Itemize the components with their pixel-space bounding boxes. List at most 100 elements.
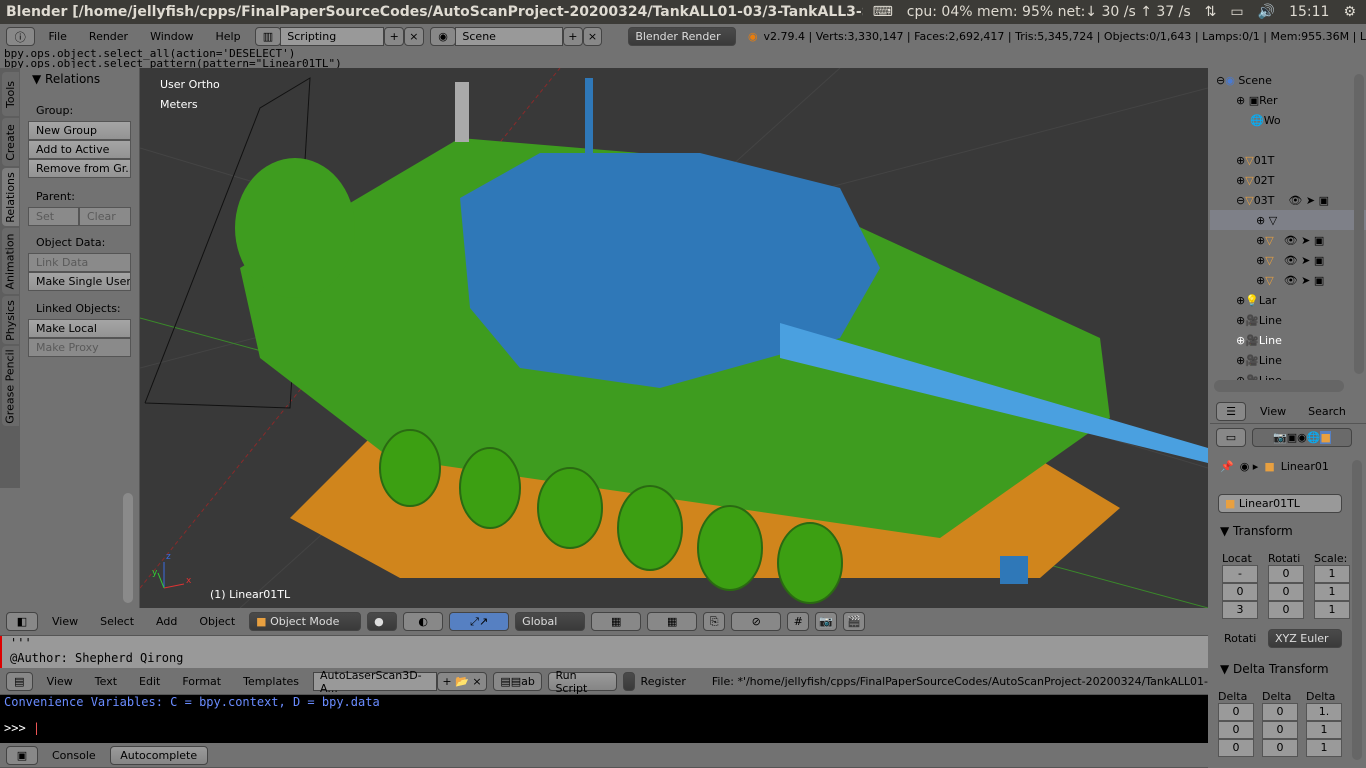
menu-templates[interactable]: Templates [235,675,307,688]
mode-select[interactable]: ■ Object Mode [249,612,362,631]
properties-scrollbar[interactable] [1352,460,1362,760]
outliner-row[interactable]: ⊖ ▽ 03T 👁 ➤ ▣ [1210,190,1350,210]
menu-view[interactable]: View [44,615,86,628]
tab-animation[interactable]: Animation [2,228,19,294]
text-block-select[interactable]: AutoLaserScan3D-A... [313,669,438,695]
outliner-row[interactable]: ⊕ ▽ 👁 ➤ ▣ [1210,250,1350,270]
menu-add[interactable]: Add [148,615,185,628]
text-editor[interactable]: ''' @Author: Shepherd Qirong [0,636,1208,668]
outliner-row[interactable]: ⊕ ▽ 01T [1210,150,1350,170]
screen-select[interactable]: Scripting [280,27,385,46]
delta-location-z[interactable]: 0 [1218,739,1254,757]
menu-file[interactable]: File [41,30,75,43]
python-console[interactable]: Convenience Variables: C = bpy.context, … [0,695,1208,743]
tab-physics[interactable]: Physics [2,296,19,344]
pivot-select[interactable]: ◐ [403,612,444,631]
location-z[interactable]: 3 [1222,601,1258,619]
delta-rotation-x[interactable]: 0 [1262,703,1298,721]
delta-scale-z[interactable]: 1 [1306,739,1342,757]
editor-type-console-icon[interactable]: ▣ [6,745,38,765]
remove-from-group-button[interactable]: Remove from Gr... [28,159,131,178]
rotation-y[interactable]: 0 [1268,583,1304,601]
menu-help[interactable]: Help [207,30,248,43]
scale-x[interactable]: 1 [1314,565,1350,583]
3d-viewport[interactable]: User Ortho Meters (1) Linear01TL z x y [140,68,1208,608]
menu-window[interactable]: Window [142,30,201,43]
tab-tools[interactable]: Tools [2,72,19,116]
layers-grid[interactable]: ▦ [591,612,642,631]
run-script-button[interactable]: Run Script [548,669,617,695]
tab-create[interactable]: Create [2,118,19,166]
clock[interactable]: 15:11 [1289,0,1329,24]
outliner-row-lamp[interactable]: ⊕ 💡 Lar [1210,290,1350,310]
delete-screen-button[interactable]: × [404,27,424,46]
object-name-field[interactable]: ■ Linear01TL [1218,494,1342,513]
menu-view[interactable]: View [1252,405,1294,418]
rotation-mode-select[interactable]: XYZ Euler [1268,629,1342,648]
text-display-toggles[interactable]: ▤▤ab [492,672,543,691]
add-scene-button[interactable]: + [563,27,583,46]
outliner-row[interactable]: ⊕ ▣ Rer [1210,90,1350,110]
scale-y[interactable]: 1 [1314,583,1350,601]
menu-select[interactable]: Select [92,615,142,628]
info-editor-icon[interactable]: ⓘ [6,27,35,46]
new-group-button[interactable]: New Group [28,121,131,140]
editor-type-text-icon[interactable]: ▤ [6,672,33,691]
screen-layout-icon[interactable]: ▥ [254,27,282,46]
outliner-row-camera[interactable]: ⊕ 🎥Line [1210,330,1350,350]
menu-format[interactable]: Format [174,675,229,688]
menu-edit[interactable]: Edit [131,675,168,688]
relations-panel-header[interactable]: ▼ Relations [32,72,100,86]
menu-console[interactable]: Console [44,749,104,762]
link-data-button[interactable]: Link Data [28,253,131,272]
location-y[interactable]: 0 [1222,583,1258,601]
outliner-row-camera[interactable]: ⊕ 🎥Line [1210,310,1350,330]
delta-rotation-y[interactable]: 0 [1262,721,1298,739]
lock-layers-icon[interactable]: ⎘ [703,612,726,631]
pin-icon[interactable]: 📌 [1220,460,1234,473]
snap-icon[interactable]: ⊘ [731,612,782,631]
delta-scale-y[interactable]: 1 [1306,721,1342,739]
add-screen-button[interactable]: + [384,27,405,46]
scene-icon[interactable]: ◉ [429,27,457,46]
menu-search[interactable]: Search [1300,405,1354,418]
toolshelf-scrollbar[interactable] [123,493,133,603]
network-icon[interactable]: ⇅ [1205,0,1217,24]
menu-view[interactable]: View [39,675,81,688]
make-single-user-button[interactable]: Make Single User [28,272,131,291]
rotation-z[interactable]: 0 [1268,601,1304,619]
scale-z[interactable]: 1 [1314,601,1350,619]
keyboard-icon[interactable]: ⌨ [873,0,893,24]
tab-relations[interactable]: Relations [2,168,19,226]
outliner-row[interactable]: ⊕ ▽ 👁 ➤ ▣ [1210,230,1350,250]
outliner-hscrollbar[interactable] [1214,380,1344,392]
delta-scale-x[interactable]: 1. [1306,703,1342,721]
orientation-select[interactable]: Global [515,612,586,631]
render-anim-icon[interactable]: 🎬 [843,612,866,631]
render-opengl-icon[interactable]: 📷 [815,612,838,631]
add-to-active-button[interactable]: Add to Active [28,140,131,159]
render-engine-select[interactable]: Blender Render [628,27,736,46]
scene-select[interactable]: Scene [455,27,564,46]
make-proxy-button[interactable]: Make Proxy [28,338,131,357]
editor-type-3d-icon[interactable]: ◧ [6,612,38,631]
battery-icon[interactable]: ▭ [1230,0,1243,24]
outliner-vscrollbar[interactable] [1354,74,1364,374]
tab-grease-pencil[interactable]: Grease Pencil [2,346,19,426]
register-checkbox[interactable] [622,672,635,691]
shading-select[interactable]: ● [367,612,398,631]
delta-rotation-z[interactable]: 0 [1262,739,1298,757]
rotation-x[interactable]: 0 [1268,565,1304,583]
context-tabs[interactable]: 📷▣◉🌐 ■ [1252,428,1352,447]
location-x[interactable]: - [1222,565,1258,583]
proportional-icon[interactable]: # [787,612,810,631]
delta-transform-panel-header[interactable]: ▼ Delta Transform [1220,662,1329,676]
parent-clear-button[interactable]: Clear [79,207,131,226]
outliner-row-selected[interactable]: ⊕ ▽ [1210,210,1366,230]
text-new-open-unlink[interactable]: + 📂 × [437,672,487,691]
outliner-row-scene[interactable]: ⊖ ◉ Scene [1210,70,1350,90]
delta-location-x[interactable]: 0 [1218,703,1254,721]
editor-type-outliner-icon[interactable]: ☰ [1216,402,1246,421]
transform-panel-header[interactable]: ▼ Transform [1220,524,1293,538]
power-icon[interactable]: ⚙ [1343,0,1356,24]
